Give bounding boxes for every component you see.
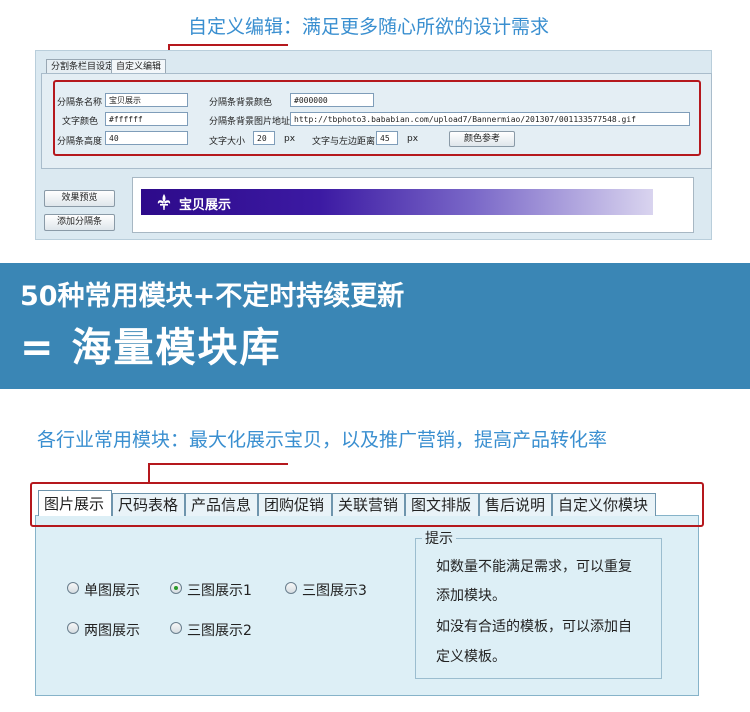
radio-three-image-3[interactable] [285, 582, 297, 594]
radio-three-image-1[interactable] [170, 582, 182, 594]
preview-button[interactable]: 效果预览 [44, 190, 115, 207]
tabs-highlight-box [30, 482, 704, 527]
promo-band: 50种常用模块+不定时持续更新 = 海量模块库 [0, 263, 750, 389]
tip-line-2: 添加模块。 [436, 588, 506, 604]
caption-connector [168, 44, 288, 46]
option-three-image-2: 三图展示2 [187, 623, 252, 639]
separator-banner: 宝贝展示 [141, 189, 653, 215]
fleur-de-lis-icon [157, 194, 171, 210]
top-caption: 自定义编辑：满足更多随心所欲的设计需求 [188, 16, 550, 38]
radio-single-image[interactable] [67, 582, 79, 594]
radio-three-image-2[interactable] [170, 622, 182, 634]
tab-custom-edit[interactable]: 自定义编辑 [111, 59, 167, 74]
caption-connector-2 [148, 463, 288, 465]
caption-connector-2-vertical [148, 463, 150, 483]
option-three-image-3: 三图展示3 [302, 583, 367, 599]
banner-title: 宝贝展示 [179, 198, 232, 213]
tip-line-3: 如没有合适的模板，可以添加自 [436, 619, 632, 635]
option-two-image: 两图展示 [84, 623, 140, 639]
promo-line2: = 海量模块库 [20, 325, 282, 371]
option-three-image-1: 三图展示1 [187, 583, 252, 599]
promo-line1: 50种常用模块+不定时持续更新 [20, 281, 405, 312]
bottom-caption: 各行业常用模块：最大化展示宝贝，以及推广营销，提高产品转化率 [37, 429, 608, 451]
preview-area: 宝贝展示 [132, 177, 694, 233]
tip-line-1: 如数量不能满足需求，可以重复 [436, 559, 632, 575]
tab-separator-settings[interactable]: 分割条栏目设定 [46, 59, 120, 74]
radio-two-image[interactable] [67, 622, 79, 634]
tip-title: 提示 [422, 528, 456, 548]
form-highlight-box [53, 80, 701, 156]
tip-line-4: 定义模板。 [436, 649, 506, 665]
option-single-image: 单图展示 [84, 583, 140, 599]
add-separator-button[interactable]: 添加分隔条 [44, 214, 115, 231]
